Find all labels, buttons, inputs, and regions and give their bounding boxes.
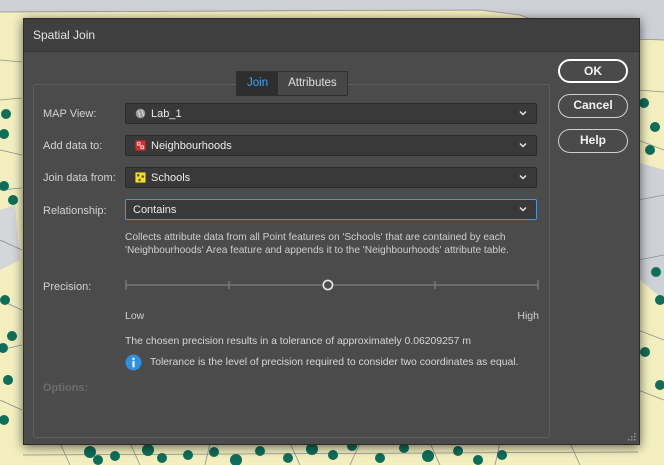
chevron-down-icon (519, 174, 527, 180)
ok-button[interactable]: OK (558, 59, 628, 83)
relationship-label: Relationship: (43, 205, 107, 217)
point-layer-icon (135, 172, 146, 183)
polygon-layer-icon (135, 140, 146, 151)
relationship-dropdown[interactable]: Contains (125, 199, 537, 220)
precision-slider[interactable] (125, 277, 539, 293)
add-data-to-dropdown[interactable]: Neighbourhoods (125, 135, 537, 156)
tolerance-info-text: Tolerance is the level of precision requ… (150, 357, 519, 368)
chevron-down-icon (519, 206, 527, 212)
spatial-join-dialog: Spatial Join Join Attributes MAP View: L… (23, 18, 640, 445)
join-data-from-dropdown[interactable]: Schools (125, 167, 537, 188)
dialog-titlebar[interactable]: Spatial Join (24, 19, 639, 52)
info-icon (125, 354, 142, 371)
add-data-to-value: Neighbourhoods (151, 140, 232, 152)
help-button[interactable]: Help (558, 129, 628, 153)
tolerance-text: The chosen precision results in a tolera… (125, 336, 471, 347)
tab-bar: Join Attributes (236, 71, 348, 96)
options-label[interactable]: Options: (43, 382, 88, 394)
globe-icon (135, 108, 146, 119)
cancel-button[interactable]: Cancel (558, 94, 628, 118)
map-view-value: Lab_1 (151, 108, 182, 120)
relationship-value: Contains (133, 204, 177, 216)
map-view-label: MAP View: (43, 108, 97, 120)
dialog-title: Spatial Join (33, 28, 96, 42)
precision-low-label: Low (125, 310, 145, 322)
relationship-description: Collects attribute data from all Point f… (125, 232, 509, 256)
resize-grip-icon[interactable] (626, 431, 636, 441)
map-view-dropdown[interactable]: Lab_1 (125, 103, 537, 124)
join-data-from-label: Join data from: (43, 172, 116, 184)
tab-attributes[interactable]: Attributes (278, 72, 347, 95)
precision-high-label: High (517, 310, 539, 322)
chevron-down-icon (519, 110, 527, 116)
join-data-from-value: Schools (151, 172, 191, 184)
tab-join[interactable]: Join (237, 72, 279, 95)
add-data-to-label: Add data to: (43, 140, 103, 152)
precision-label: Precision: (43, 281, 92, 293)
slider-thumb[interactable] (322, 279, 334, 291)
chevron-down-icon (519, 142, 527, 148)
